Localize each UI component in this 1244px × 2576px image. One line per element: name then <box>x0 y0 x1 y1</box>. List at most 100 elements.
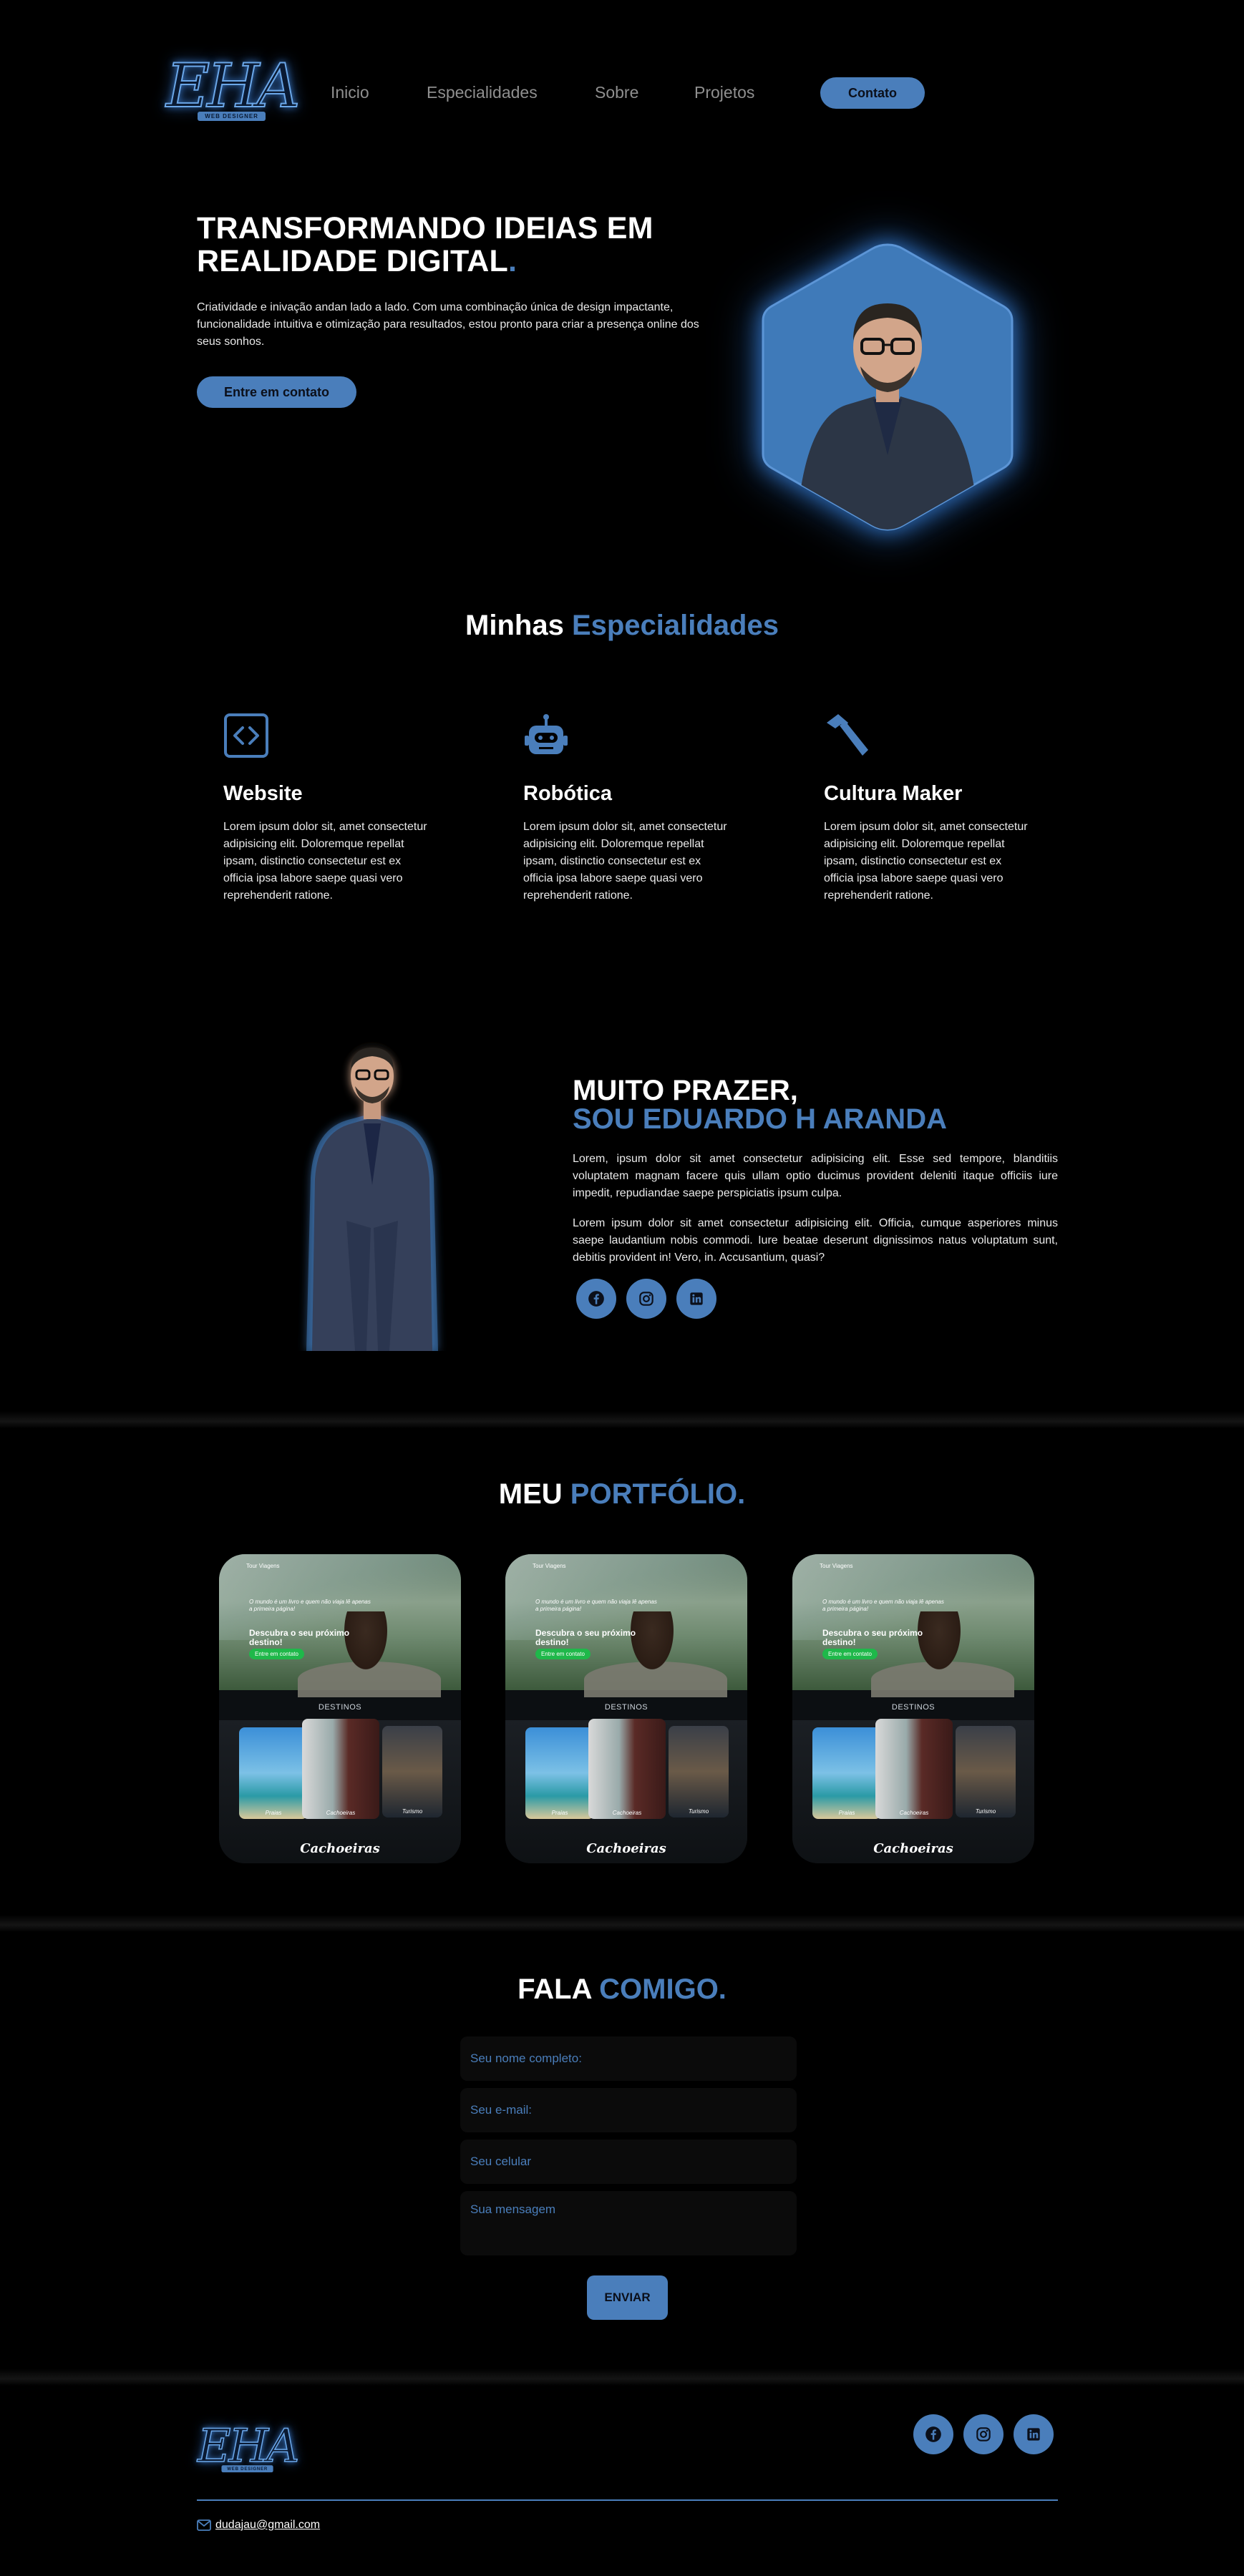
card-brand: Tour Viagens <box>246 1563 280 1569</box>
about-paragraph-1: Lorem, ipsum dolor sit amet consectetur … <box>573 1153 1058 1199</box>
linkedin-icon <box>1027 2428 1040 2441</box>
card-headline: Descubra o seu próximo destino! <box>535 1628 636 1648</box>
portfolio-title-b: PORTFÓLIO. <box>570 1478 746 1510</box>
about-social-links <box>576 1279 716 1319</box>
card-quote: O mundo é um livro e quem não viaja lê a… <box>822 1599 944 1613</box>
specialty-website: Website Lorem ipsum dolor sit, amet cons… <box>223 713 431 904</box>
card-photo-label: Cachoeiras <box>899 1810 929 1816</box>
hero-contact-button[interactable]: Entre em contato <box>197 376 356 408</box>
specialty-title: Website <box>223 782 303 805</box>
mail-icon <box>197 2519 211 2531</box>
card-photo: Praias <box>812 1727 881 1819</box>
card-quote: O mundo é um livro e quem não viaja lê a… <box>535 1599 657 1613</box>
portfolio-card[interactable]: Tour Viagens O mundo é um livro e quem n… <box>505 1554 747 1863</box>
linkedin-button[interactable] <box>676 1279 716 1319</box>
facebook-button[interactable] <box>576 1279 616 1319</box>
email-input[interactable] <box>460 2088 797 2132</box>
section-divider <box>0 1915 1244 1932</box>
card-caption: Cachoeiras <box>300 1841 380 1856</box>
card-photo-label: Praias <box>265 1810 282 1816</box>
specialty-text: Lorem ipsum dolor sit, amet consectetur … <box>223 821 427 902</box>
card-photo: Turismo <box>382 1726 442 1818</box>
card-photo: Cachoeiras <box>875 1719 953 1819</box>
card-cta: Entre em contato <box>249 1649 304 1659</box>
footer-logo-mark: EHA <box>197 2419 300 2473</box>
card-headline: Descubra o seu próximo destino! <box>249 1628 350 1648</box>
card-photo-label: Turismo <box>402 1808 423 1815</box>
specialty-robotica: Robótica Lorem ipsum dolor sit, amet con… <box>523 713 731 904</box>
hero-portrait <box>762 243 1014 531</box>
footer-linkedin-button[interactable] <box>1014 2414 1054 2454</box>
phone-input[interactable] <box>460 2140 797 2184</box>
about-heading-line1: MUITO PRAZER, <box>573 1075 798 1106</box>
footer-divider <box>197 2499 1058 2501</box>
card-photo-label: Praias <box>838 1810 855 1816</box>
card-photo: Praias <box>239 1727 308 1819</box>
robot-icon <box>525 714 568 754</box>
nav-link-inicio[interactable]: Inicio <box>331 83 369 102</box>
section-divider <box>0 1411 1244 1428</box>
card-photo-label: Cachoeiras <box>326 1810 356 1816</box>
card-photo-label: Turismo <box>975 1808 996 1815</box>
card-cta: Entre em contato <box>822 1649 878 1659</box>
card-photo-label: Cachoeiras <box>612 1810 642 1816</box>
card-photo: Praias <box>525 1727 594 1819</box>
specialties-title: Minhas Especialidades <box>0 610 1244 642</box>
logo-mark: EHA <box>165 51 301 121</box>
portfolio-card[interactable]: Tour Viagens O mundo é um livro e quem n… <box>792 1554 1034 1863</box>
contact-title-a: FALA <box>517 1974 592 2005</box>
nav-link-projetos[interactable]: Projetos <box>694 83 754 102</box>
code-icon <box>224 713 268 758</box>
instagram-icon <box>639 1292 653 1306</box>
instagram-button[interactable] <box>626 1279 666 1319</box>
card-brand: Tour Viagens <box>820 1563 853 1569</box>
logo[interactable]: EHA WEB DESIGNER <box>165 51 301 121</box>
logo-tag: WEB DESIGNER <box>198 112 266 121</box>
footer-email[interactable]: dudajau@gmail.com <box>197 2519 320 2532</box>
nav-link-especialidades[interactable]: Especialidades <box>427 83 538 102</box>
card-photo: Turismo <box>669 1726 729 1818</box>
specialty-title: Cultura Maker <box>824 782 963 805</box>
hero-description: Criatividade e inivação andan lado a lad… <box>197 301 699 348</box>
specialty-title: Robótica <box>523 782 613 805</box>
card-photo-label: Praias <box>551 1810 568 1816</box>
specialties-title-a: Minhas <box>465 610 564 641</box>
card-photo: Cachoeiras <box>302 1719 379 1819</box>
nav-link-sobre[interactable]: Sobre <box>595 83 638 102</box>
submit-button[interactable]: ENVIAR <box>587 2275 668 2320</box>
linkedin-icon <box>690 1292 703 1305</box>
section-divider <box>0 2368 1244 2386</box>
card-caption: Cachoeiras <box>873 1841 953 1856</box>
card-hero-image: Tour Viagens O mundo é um livro e quem n… <box>219 1554 461 1697</box>
footer-instagram-button[interactable] <box>963 2414 1004 2454</box>
card-brand: Tour Viagens <box>533 1563 566 1569</box>
hero-title-line2: REALIDADE DIGITAL <box>197 244 508 279</box>
footer-email-link[interactable]: dudajau@gmail.com <box>215 2519 320 2532</box>
card-hero-image: Tour Viagens O mundo é um livro e quem n… <box>792 1554 1034 1697</box>
footer-facebook-button[interactable] <box>913 2414 953 2454</box>
contact-title-b: COMIGO. <box>599 1974 727 2005</box>
footer-logo[interactable]: EHA WEB DESIGNER <box>197 2419 300 2473</box>
portfolio-title-a: MEU <box>498 1478 563 1510</box>
card-section-label: DESTINOS <box>891 1703 936 1712</box>
portfolio-card[interactable]: Tour Viagens O mundo é um livro e quem n… <box>219 1554 461 1863</box>
card-photo: Cachoeiras <box>588 1719 666 1819</box>
specialty-text: Lorem ipsum dolor sit, amet consectetur … <box>523 821 727 902</box>
hammer-icon <box>827 714 868 756</box>
specialty-text: Lorem ipsum dolor sit, amet consectetur … <box>824 821 1028 902</box>
specialty-cultura-maker: Cultura Maker Lorem ipsum dolor sit, ame… <box>824 713 1031 904</box>
card-caption: Cachoeiras <box>586 1841 666 1856</box>
footer-social-links <box>913 2414 1054 2454</box>
card-section-label: DESTINOS <box>318 1703 362 1712</box>
name-input[interactable] <box>460 2036 797 2081</box>
card-quote: O mundo é um livro e quem não viaja lê a… <box>249 1599 371 1613</box>
hero-title-line1: TRANSFORMANDO IDEIAS EM <box>197 211 653 245</box>
about-heading-line2: SOU EDUARDO H ARANDA <box>573 1103 947 1135</box>
facebook-icon <box>925 2426 941 2442</box>
contact-nav-button[interactable]: Contato <box>820 77 925 109</box>
footer-logo-tag: WEB DESIGNER <box>221 2465 273 2473</box>
instagram-icon <box>976 2427 991 2441</box>
message-textarea[interactable] <box>460 2191 797 2255</box>
card-hero-image: Tour Viagens O mundo é um livro e quem n… <box>505 1554 747 1697</box>
hero-title: TRANSFORMANDO IDEIAS EM REALIDADE DIGITA… <box>197 212 698 278</box>
